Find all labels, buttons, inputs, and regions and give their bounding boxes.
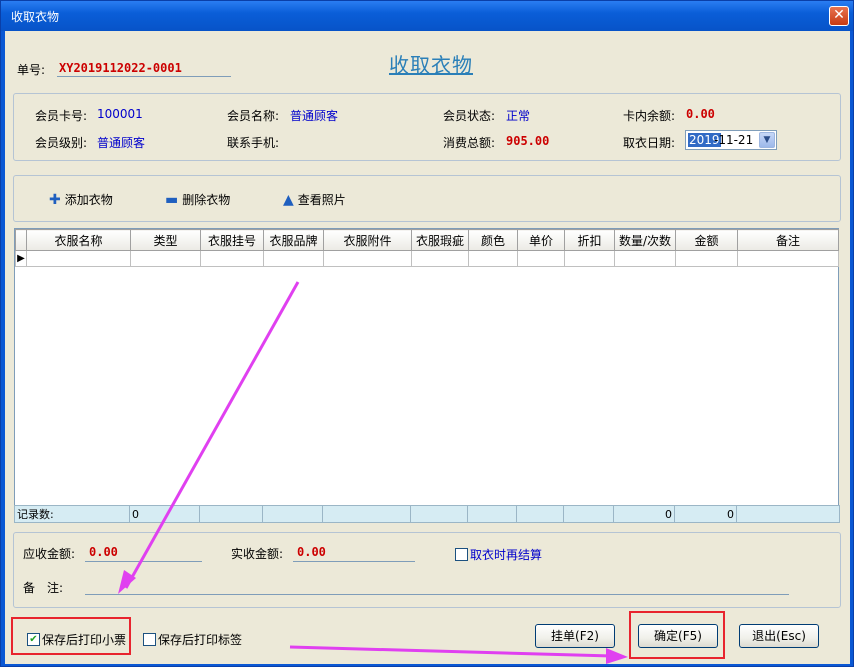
pickup-date-picker[interactable]: 2019 -11-21 ▼ <box>685 130 777 150</box>
grid-footer: 记录数: 0 0 0 <box>14 505 840 523</box>
print-label-label: 保存后打印标签 <box>158 633 243 647</box>
print-label-checkbox[interactable]: 保存后打印标签 <box>143 631 242 648</box>
card-no-label: 会员卡号: <box>35 109 88 123</box>
settle-on-pickup-label: 取衣时再结算 <box>470 548 543 562</box>
col-header[interactable]: 颜色 <box>468 229 518 251</box>
title-bar[interactable]: 收取衣物 ✕ <box>1 1 853 31</box>
table-cell[interactable] <box>323 250 412 267</box>
toolbar-group <box>13 175 841 222</box>
col-header[interactable]: 衣服瑕疵 <box>411 229 469 251</box>
triangle-up-icon: ▲ <box>283 191 294 208</box>
add-item-button[interactable]: ✚ 添加衣物 <box>49 191 113 208</box>
table-cell[interactable] <box>517 250 565 267</box>
col-header[interactable]: 单价 <box>517 229 565 251</box>
order-number-underline <box>57 76 231 77</box>
highlight-box-confirm <box>629 611 725 659</box>
table-cell[interactable] <box>263 250 324 267</box>
checkbox-box[interactable] <box>143 633 156 646</box>
dialog-body: 单号: XY2019112022-0001 收取衣物 会员卡号: 100001 … <box>5 31 850 664</box>
table-cell[interactable] <box>468 250 518 267</box>
totals-group <box>13 532 841 608</box>
table-cell[interactable] <box>130 250 201 267</box>
col-header[interactable]: 备注 <box>737 229 839 251</box>
window-title: 收取衣物 <box>11 10 60 24</box>
table-cell[interactable] <box>737 250 839 267</box>
card-balance-label: 卡内余额: <box>623 109 676 123</box>
order-number-value: XY2019112022-0001 <box>59 61 182 75</box>
hold-order-button[interactable]: 挂单(F2) <box>535 624 615 648</box>
received-field[interactable]: 0.00 <box>297 545 326 559</box>
plus-icon: ✚ <box>49 191 61 208</box>
col-header[interactable]: 衣服品牌 <box>263 229 324 251</box>
table-cell[interactable] <box>26 250 131 267</box>
add-item-label: 添加衣物 <box>64 193 113 207</box>
view-photo-label: 查看照片 <box>297 193 346 207</box>
table-row[interactable]: ▶ <box>15 250 839 267</box>
page-title: 收取衣物 <box>389 53 473 77</box>
col-header[interactable]: 衣服附件 <box>323 229 412 251</box>
order-number-label: 单号: <box>17 63 46 77</box>
items-table: 衣服名称 类型 衣服挂号 衣服品牌 衣服附件 衣服瑕疵 颜色 单价 折扣 数量/… <box>15 229 839 267</box>
received-label: 实收金额: <box>231 547 284 561</box>
highlight-box-receipt <box>11 617 131 655</box>
dialog-window: 收取衣物 ✕ 单号: XY2019112022-0001 收取衣物 会员卡号: … <box>0 0 854 667</box>
pickup-date-label: 取衣日期: <box>623 136 676 150</box>
table-cell[interactable] <box>200 250 264 267</box>
card-no-value: 100001 <box>97 107 143 121</box>
grid-header-row: 衣服名称 类型 衣服挂号 衣服品牌 衣服附件 衣服瑕疵 颜色 单价 折扣 数量/… <box>15 229 839 251</box>
remark-field[interactable] <box>85 594 789 595</box>
member-level-label: 会员级别: <box>35 136 88 150</box>
table-cell[interactable] <box>675 250 738 267</box>
items-grid[interactable]: 衣服名称 类型 衣服挂号 衣服品牌 衣服附件 衣服瑕疵 颜色 单价 折扣 数量/… <box>14 228 839 519</box>
exit-button[interactable]: 退出(Esc) <box>739 624 819 648</box>
row-indicator-icon: ▶ <box>15 250 27 267</box>
col-header[interactable]: 衣服名称 <box>26 229 131 251</box>
col-header[interactable]: 衣服挂号 <box>200 229 264 251</box>
delete-item-button[interactable]: ▬ 删除衣物 <box>165 191 230 208</box>
member-status-value: 正常 <box>506 109 531 123</box>
checkbox-box[interactable] <box>455 548 468 561</box>
minus-icon: ▬ <box>165 191 179 208</box>
settle-on-pickup-checkbox[interactable]: 取衣时再结算 <box>455 546 542 563</box>
total-spent-label: 消费总额: <box>443 136 496 150</box>
quantity-total: 0 <box>613 505 675 523</box>
pickup-date-rest[interactable]: -11-21 <box>714 133 753 147</box>
receivable-underline <box>85 561 202 562</box>
delete-item-label: 删除衣物 <box>182 193 231 207</box>
table-cell[interactable] <box>564 250 615 267</box>
record-count-label: 记录数: <box>14 505 130 523</box>
card-balance-value: 0.00 <box>686 107 715 121</box>
col-header[interactable]: 金额 <box>675 229 738 251</box>
col-header[interactable]: 类型 <box>130 229 201 251</box>
close-button[interactable]: ✕ <box>829 6 849 26</box>
col-header[interactable]: 数量/次数 <box>614 229 676 251</box>
chevron-down-icon[interactable]: ▼ <box>759 132 775 148</box>
record-count-value: 0 <box>129 505 200 523</box>
view-photo-button[interactable]: ▲ 查看照片 <box>283 191 346 208</box>
receivable-value: 0.00 <box>89 545 118 559</box>
table-cell[interactable] <box>614 250 676 267</box>
member-name-label: 会员名称: <box>227 109 280 123</box>
member-status-label: 会员状态: <box>443 109 496 123</box>
remark-label: 备 注: <box>23 581 64 595</box>
phone-label: 联系手机: <box>227 136 280 150</box>
received-underline <box>293 561 415 562</box>
total-spent-value: 905.00 <box>506 134 550 148</box>
table-cell[interactable] <box>411 250 469 267</box>
col-header[interactable]: 折扣 <box>564 229 615 251</box>
amount-total: 0 <box>674 505 737 523</box>
member-name-value: 普通顾客 <box>290 109 339 123</box>
receivable-label: 应收金额: <box>23 547 76 561</box>
member-level-value: 普通顾客 <box>97 136 146 150</box>
grid-corner <box>15 229 27 251</box>
